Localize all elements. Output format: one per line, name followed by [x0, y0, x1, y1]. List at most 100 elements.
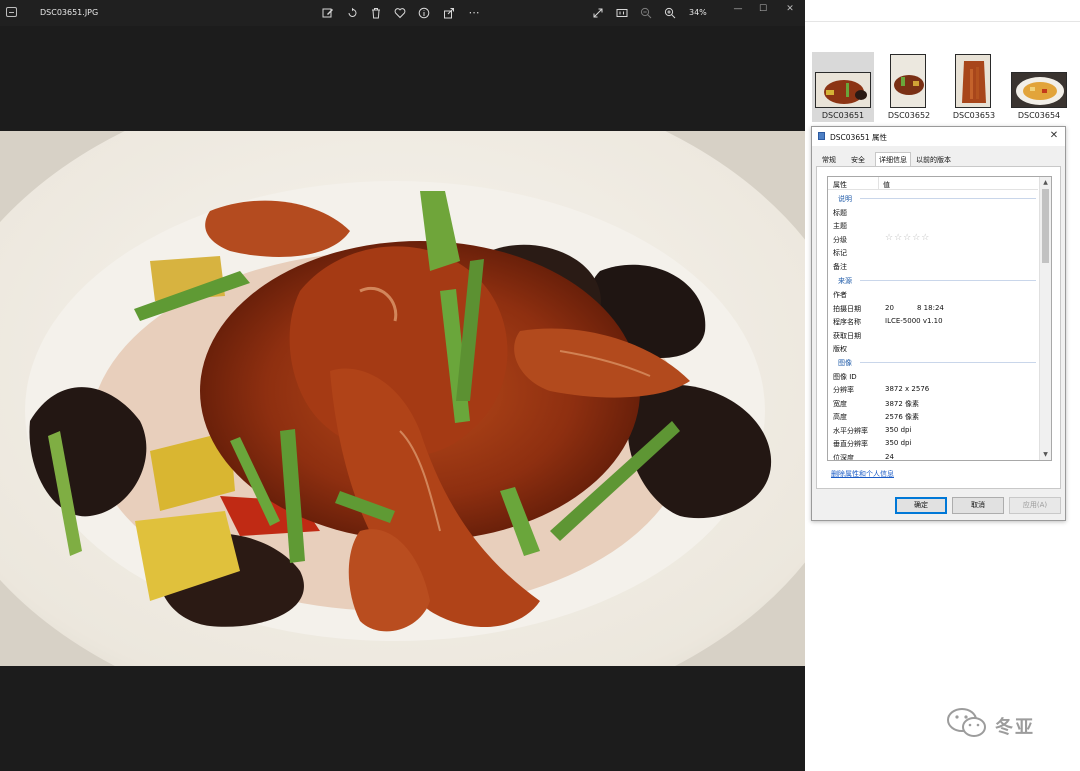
fullscreen-icon[interactable] [590, 5, 606, 21]
group-divider [860, 362, 1036, 363]
details-panel: 属性 值 说明 标题 主题 分级 ☆☆☆☆☆ 标记 备注 来源 作者 拍摄日期 20… [816, 166, 1061, 489]
group-label: 图像 [838, 359, 852, 367]
thumbnail-image [1011, 72, 1067, 108]
ok-button[interactable]: 确定 [895, 497, 947, 514]
watermark-text: 冬亚 [995, 717, 1035, 738]
tab-security[interactable]: 安全 [848, 154, 868, 166]
list-header: 属性 值 [828, 177, 1038, 190]
property-row[interactable]: 位深度 24 [828, 450, 1038, 461]
property-row[interactable]: 垂直分辨率 350 dpi [828, 436, 1038, 449]
group-description: 说明 [838, 191, 1036, 204]
header-property[interactable]: 属性 [833, 180, 847, 190]
more-icon[interactable]: ⋯ [466, 5, 482, 21]
thumbnail-caption: DSC03652 [887, 111, 931, 120]
edit-icon[interactable] [320, 5, 336, 21]
property-row[interactable]: 图像 ID [828, 369, 1038, 382]
property-key: 宽度 [833, 400, 847, 408]
property-value: 3872 像素 [885, 400, 920, 408]
properties-dialog: DSC03651 属性 ✕ 常规 安全 详细信息 以前的版本 属性 值 说明 标… [811, 126, 1066, 521]
property-row[interactable]: 程序名称 ILCE-5000 v1.10 [828, 314, 1038, 327]
property-value: 2576 像素 [885, 413, 920, 421]
property-key: 作者 [833, 291, 847, 299]
actual-size-icon[interactable] [614, 5, 630, 21]
property-value: 350 dpi [885, 439, 912, 447]
tab-details[interactable]: 详细信息 [875, 152, 911, 167]
group-label: 说明 [838, 195, 852, 203]
tab-previous-versions[interactable]: 以前的版本 [913, 154, 954, 166]
thumbnail-item[interactable]: DSC03653 [943, 52, 1005, 122]
property-row[interactable]: 主题 [828, 218, 1038, 231]
thumbnail-caption: DSC03651 [821, 111, 865, 120]
dialog-title: DSC03651 属性 [830, 133, 888, 142]
property-key: 拍摄日期 [833, 305, 861, 313]
photos-app-icon [6, 7, 17, 17]
property-row[interactable]: 拍摄日期 20 8 18:24 [828, 301, 1038, 314]
file-name: DSC03651.JPG [40, 8, 99, 17]
scrollbar-thumb[interactable] [1042, 189, 1049, 263]
property-key: 垂直分辨率 [833, 440, 868, 448]
property-key: 高度 [833, 413, 847, 421]
scroll-up-icon[interactable]: ▲ [1040, 177, 1051, 188]
property-key: 标题 [833, 209, 847, 217]
property-list[interactable]: 属性 值 说明 标题 主题 分级 ☆☆☆☆☆ 标记 备注 来源 作者 拍摄日期 20… [827, 176, 1052, 461]
property-row[interactable]: 分级 ☆☆☆☆☆ [828, 232, 1038, 245]
property-row[interactable]: 高度 2576 像素 [828, 409, 1038, 422]
property-row[interactable]: 备注 [828, 259, 1038, 272]
group-origin: 来源 [838, 273, 1036, 286]
favorite-icon[interactable] [392, 5, 408, 21]
property-row[interactable]: 作者 [828, 287, 1038, 300]
property-row[interactable]: 标记 [828, 245, 1038, 258]
thumbnail-image [815, 72, 871, 108]
property-key: 分辨率 [833, 386, 854, 394]
dialog-close-button[interactable]: ✕ [1047, 129, 1061, 143]
apply-button[interactable]: 应用(A) [1009, 497, 1061, 514]
property-row[interactable]: 标题 [828, 205, 1038, 218]
thumbnail-item[interactable]: DSC03651 [812, 52, 874, 122]
zoom-in-icon[interactable] [662, 5, 678, 21]
delete-icon[interactable] [368, 5, 384, 21]
property-value: 24 [885, 453, 894, 461]
minimize-button[interactable]: — [727, 2, 749, 16]
dialog-titlebar: DSC03651 属性 ✕ [812, 127, 1065, 146]
tab-general[interactable]: 常规 [819, 154, 839, 166]
remove-properties-link[interactable]: 删除属性和个人信息 [831, 469, 894, 479]
property-row[interactable]: 分辨率 3872 x 2576 [828, 382, 1038, 395]
rating-stars[interactable]: ☆☆☆☆☆ [885, 233, 930, 243]
property-key: 版权 [833, 345, 847, 353]
property-value: 20 [885, 304, 894, 312]
group-divider [860, 280, 1036, 281]
thumbnail-item[interactable]: DSC03652 [878, 52, 940, 122]
rotate-icon[interactable] [344, 5, 360, 21]
explorer-toolbar [805, 0, 1080, 22]
cancel-button[interactable]: 取消 [952, 497, 1004, 514]
property-key: 分级 [833, 236, 847, 244]
maximize-button[interactable]: ☐ [752, 2, 774, 16]
info-icon[interactable] [416, 5, 432, 21]
zoom-level: 34% [689, 8, 707, 17]
property-key: 水平分辨率 [833, 427, 868, 435]
watermark: 冬亚 [945, 706, 1055, 740]
displayed-photo [0, 131, 805, 666]
property-value: 350 dpi [885, 426, 912, 434]
group-image: 图像 [838, 355, 1036, 368]
property-value: 8 18:24 [917, 304, 944, 312]
share-icon[interactable] [441, 5, 457, 21]
group-label: 来源 [838, 277, 852, 285]
property-row[interactable]: 水平分辨率 350 dpi [828, 423, 1038, 436]
photo-viewer-window: DSC03651.JPG ⋯ 34% — ☐ ✕ [0, 0, 805, 771]
property-row[interactable]: 宽度 3872 像素 [828, 396, 1038, 409]
property-row[interactable]: 版权 [828, 341, 1038, 354]
property-row[interactable]: 获取日期 [828, 328, 1038, 341]
property-value: 3872 x 2576 [885, 385, 930, 393]
scroll-down-icon[interactable]: ▼ [1040, 449, 1051, 460]
zoom-out-icon[interactable] [638, 5, 654, 21]
property-key: 图像 ID [833, 373, 857, 381]
property-key: 程序名称 [833, 318, 861, 326]
thumbnail-item[interactable]: DSC03654 [1008, 52, 1070, 122]
vertical-scrollbar[interactable]: ▲ ▼ [1039, 177, 1051, 460]
property-value: ILCE-5000 v1.10 [885, 317, 943, 325]
viewer-titlebar: DSC03651.JPG ⋯ 34% — ☐ ✕ [0, 0, 805, 26]
close-button[interactable]: ✕ [779, 2, 801, 16]
header-value[interactable]: 值 [883, 180, 890, 190]
column-divider[interactable] [878, 177, 879, 190]
